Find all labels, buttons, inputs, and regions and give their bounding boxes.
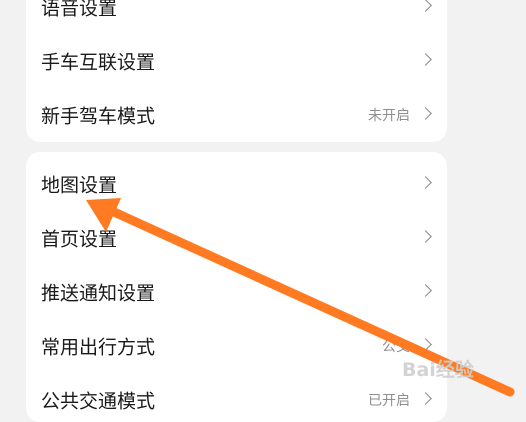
chevron-right-icon (419, 107, 432, 120)
settings-group-general: 语音设置 手车互联设置 新手驾车模式 未开启 (26, 0, 447, 142)
chevron-right-icon (419, 176, 432, 189)
chevron-right-icon (419, 230, 432, 243)
settings-row-label: 公共交通模式 (41, 390, 156, 413)
settings-row-value: 公交 (382, 339, 410, 355)
settings-row-home[interactable]: 首页设置 (26, 211, 447, 265)
settings-row-car-connect[interactable]: 手车互联设置 (26, 34, 447, 88)
settings-group-display: 地图设置 首页设置 推送通知设置 常用出行方式 公交 公共交通模式 已开启 (26, 152, 447, 422)
settings-row-value: 未开启 (368, 108, 410, 124)
settings-row-travel-mode[interactable]: 常用出行方式 公交 (26, 319, 447, 373)
watermark-text: Bai经验 (402, 359, 474, 381)
chevron-right-icon (419, 338, 432, 351)
chevron-right-icon (419, 392, 432, 405)
settings-row-label: 手车互联设置 (41, 51, 156, 74)
settings-row-label: 首页设置 (41, 228, 118, 251)
settings-row-label: 地图设置 (41, 174, 118, 197)
chevron-right-icon (419, 53, 432, 66)
settings-row-label: 新手驾车模式 (41, 105, 156, 128)
settings-row-voice[interactable]: 语音设置 (26, 0, 447, 34)
settings-row-map[interactable]: 地图设置 (26, 157, 447, 211)
settings-row-value: 已开启 (368, 393, 410, 409)
settings-row-label: 推送通知设置 (41, 282, 156, 305)
settings-row-push[interactable]: 推送通知设置 (26, 265, 447, 319)
settings-row-transit-mode[interactable]: 公共交通模式 已开启 (26, 373, 447, 422)
settings-row-label: 语音设置 (41, 0, 118, 20)
settings-row-novice-mode[interactable]: 新手驾车模式 未开启 (26, 88, 447, 142)
chevron-right-icon (419, 284, 432, 297)
settings-row-label: 常用出行方式 (41, 336, 156, 359)
chevron-right-icon (419, 0, 432, 12)
